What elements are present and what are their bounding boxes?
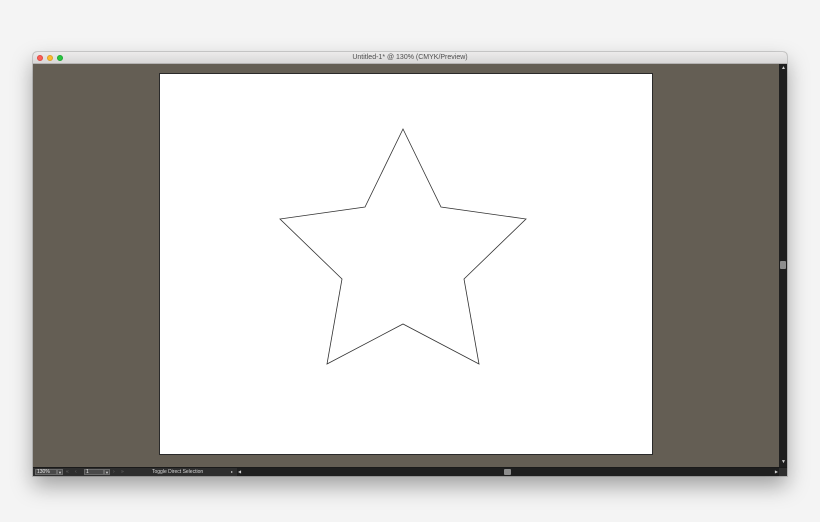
scroll-right-icon[interactable]: ▶ bbox=[775, 468, 778, 476]
next-artboard-icon[interactable]: › bbox=[113, 468, 115, 476]
last-artboard-icon[interactable]: » bbox=[121, 468, 124, 476]
pasteboard[interactable] bbox=[33, 64, 779, 467]
vertical-scrollbar[interactable]: ▲ ▼ bbox=[779, 64, 787, 467]
first-artboard-icon[interactable]: « bbox=[66, 468, 69, 476]
zoom-dropdown-icon[interactable]: ▼ bbox=[57, 469, 63, 475]
horizontal-scroll-thumb[interactable] bbox=[504, 469, 511, 475]
zoom-level-field[interactable]: 130% bbox=[35, 469, 57, 475]
vertical-scroll-thumb[interactable] bbox=[780, 261, 786, 269]
app-window: Untitled-1* @ 130% (CMYK/Preview) ▲ ▼ 13… bbox=[33, 52, 787, 476]
window-title: Untitled-1* @ 130% (CMYK/Preview) bbox=[352, 54, 468, 61]
horizontal-scrollbar[interactable]: ◀ ▶ bbox=[237, 468, 779, 476]
artwork-canvas bbox=[279, 128, 527, 365]
status-bar: 130% ▼ « ‹ 1 ▼ › » Toggle Direct Selecti… bbox=[33, 467, 787, 476]
status-menu-arrow-icon[interactable]: ▸ bbox=[231, 468, 233, 476]
title-bar[interactable]: Untitled-1* @ 130% (CMYK/Preview) bbox=[33, 52, 787, 64]
artboard[interactable] bbox=[159, 73, 653, 455]
artboard-number-field[interactable]: 1 bbox=[84, 469, 104, 475]
scroll-up-icon[interactable]: ▲ bbox=[781, 66, 786, 71]
star-shape[interactable] bbox=[279, 128, 527, 365]
previous-artboard-icon[interactable]: ‹ bbox=[75, 468, 77, 476]
scroll-left-icon[interactable]: ◀ bbox=[238, 468, 241, 476]
status-text[interactable]: Toggle Direct Selection bbox=[152, 468, 203, 476]
artboard-dropdown-icon[interactable]: ▼ bbox=[104, 469, 110, 475]
scroll-down-icon[interactable]: ▼ bbox=[781, 460, 786, 465]
